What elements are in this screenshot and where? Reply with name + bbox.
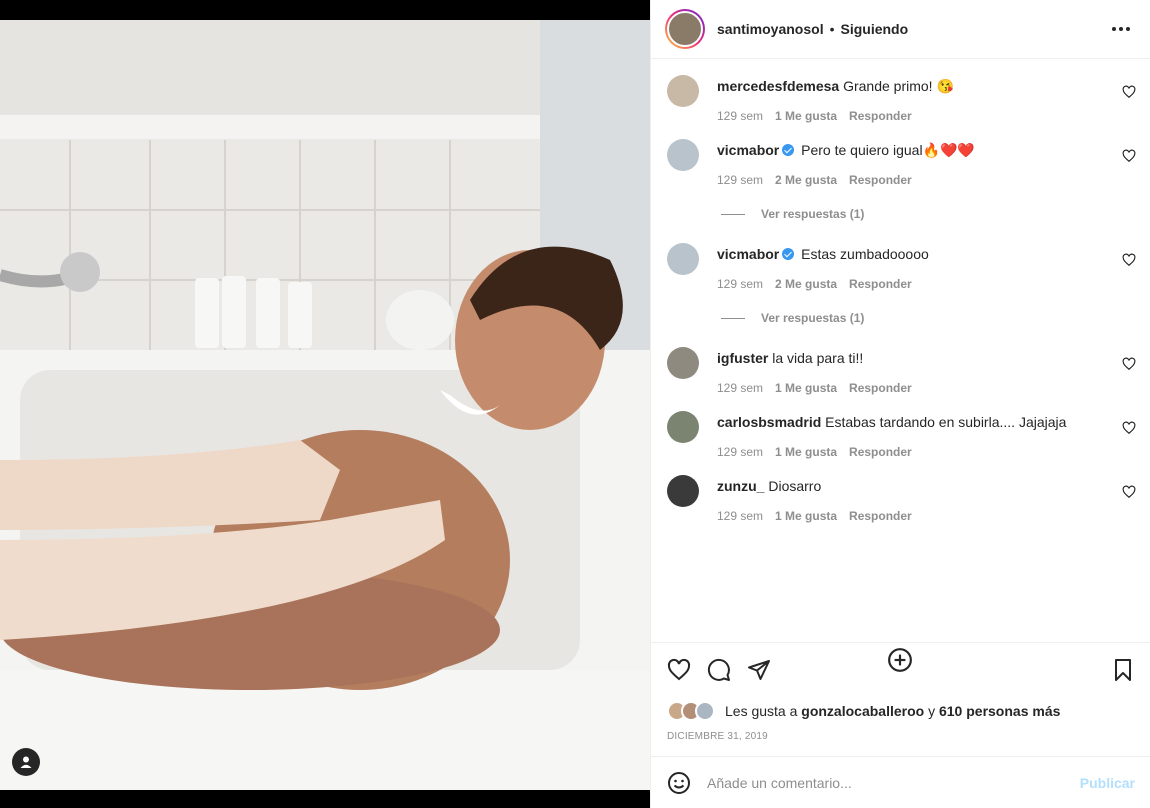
comment-likes[interactable]: 1 Me gusta: [775, 509, 837, 523]
comment-time[interactable]: 129 sem: [717, 109, 763, 123]
author-avatar[interactable]: [665, 9, 705, 49]
comment-item: vicmabor Estas zumbadooooo 129 sem 2 Me g…: [651, 243, 1150, 291]
comment-avatar[interactable]: [667, 347, 699, 379]
comment-likes[interactable]: 2 Me gusta: [775, 173, 837, 187]
comment-avatar[interactable]: [667, 75, 699, 107]
share-icon[interactable]: [747, 658, 771, 682]
comment-avatar[interactable]: [667, 243, 699, 275]
post-photo[interactable]: [0, 20, 650, 790]
ellipsis-icon[interactable]: [1112, 27, 1130, 31]
like-comment-heart-icon[interactable]: [1122, 421, 1136, 435]
likes-user[interactable]: gonzalocaballeroo: [801, 703, 924, 719]
comment-avatar[interactable]: [667, 139, 699, 171]
header-separator: •: [829, 21, 835, 37]
comment-item: mercedesfdemesa Grande primo! 😘 129 sem 1…: [651, 75, 1150, 123]
likes-prefix: Les gusta a: [725, 703, 798, 719]
comment-avatar[interactable]: [667, 411, 699, 443]
save-bookmark-icon[interactable]: [1111, 658, 1135, 682]
view-replies-label: Ver respuestas (1): [761, 311, 865, 325]
like-comment-heart-icon[interactable]: [1122, 85, 1136, 99]
like-comment-heart-icon[interactable]: [1122, 485, 1136, 499]
comment-item: carlosbsmadrid Estabas tardando en subir…: [651, 411, 1150, 459]
post-side-panel: santimoyanosol • Siguiendo mercedesfdeme…: [650, 0, 1150, 808]
follow-status-button[interactable]: Siguiendo: [841, 21, 909, 37]
bathtub-photo-illustration: [0, 20, 650, 790]
comment-text: Diosarro: [768, 478, 822, 494]
comment-input[interactable]: [707, 774, 1080, 791]
comment-likes[interactable]: 1 Me gusta: [775, 109, 837, 123]
comment-likes[interactable]: 2 Me gusta: [775, 277, 837, 291]
likes-joiner: y: [928, 703, 936, 719]
reply-button[interactable]: Responder: [849, 509, 912, 523]
like-comment-heart-icon[interactable]: [1122, 149, 1136, 163]
comment-text: Estas zumbadooooo: [801, 246, 929, 262]
publish-button[interactable]: Publicar: [1080, 775, 1135, 791]
view-replies-button[interactable]: Ver respuestas (1): [721, 207, 1150, 221]
comment-avatar[interactable]: [667, 475, 699, 507]
reply-button[interactable]: Responder: [849, 109, 912, 123]
comment-text: Pero te quiero igual🔥❤️❤️: [801, 142, 975, 158]
comment-item: zunzu_ Diosarro 129 sem 1 Me gusta Respond…: [651, 475, 1150, 523]
comment-likes[interactable]: 1 Me gusta: [775, 381, 837, 395]
verified-badge-icon: [782, 248, 795, 260]
post-header: santimoyanosol • Siguiendo: [651, 0, 1150, 59]
like-comment-heart-icon[interactable]: [1122, 253, 1136, 267]
likes-summary: Les gusta a gonzalocaballeroo y 610 pers…: [667, 701, 1135, 721]
comment-text: Grande primo! 😘: [843, 78, 954, 94]
post-actions: Les gusta a gonzalocaballeroo y 610 pers…: [651, 642, 1150, 742]
comment-time[interactable]: 129 sem: [717, 173, 763, 187]
comment-username[interactable]: carlosbsmadrid: [717, 414, 821, 430]
action-icons-row: [667, 657, 1135, 683]
reply-button[interactable]: Responder: [849, 381, 912, 395]
post-date[interactable]: DICIEMBRE 31, 2019: [667, 731, 1135, 742]
comment-username[interactable]: vicmabor: [717, 246, 779, 262]
comment-username[interactable]: zunzu_: [717, 478, 764, 494]
comment-username[interactable]: mercedesfdemesa: [717, 78, 839, 94]
like-comment-heart-icon[interactable]: [1122, 357, 1136, 371]
comment-likes[interactable]: 1 Me gusta: [775, 445, 837, 459]
tagged-user-icon[interactable]: [12, 748, 40, 776]
comments-list: mercedesfdemesa Grande primo! 😘 129 sem 1…: [651, 59, 1150, 672]
comment-item: vicmabor Pero te quiero igual🔥❤️❤️ 129 s…: [651, 139, 1150, 187]
verified-badge-icon: [782, 144, 795, 156]
comment-username[interactable]: vicmabor: [717, 142, 779, 158]
view-replies-label: Ver respuestas (1): [761, 207, 865, 221]
comment-icon[interactable]: [707, 658, 731, 682]
like-heart-icon[interactable]: [667, 658, 691, 682]
author-username[interactable]: santimoyanosol: [717, 21, 824, 37]
comment-time[interactable]: 129 sem: [717, 381, 763, 395]
comment-time[interactable]: 129 sem: [717, 509, 763, 523]
reply-button[interactable]: Responder: [849, 173, 912, 187]
comment-time[interactable]: 129 sem: [717, 277, 763, 291]
reply-button[interactable]: Responder: [849, 277, 912, 291]
view-replies-button[interactable]: Ver respuestas (1): [721, 311, 1150, 325]
comment-text: la vida para ti!!: [772, 350, 864, 366]
likes-others[interactable]: 610 personas más: [939, 703, 1060, 719]
liker-avatars[interactable]: [667, 701, 715, 721]
comment-username[interactable]: igfuster: [717, 350, 768, 366]
comment-text: Estabas tardando en subirla.... Jajajaja: [825, 414, 1067, 430]
emoji-icon[interactable]: [667, 771, 691, 795]
post-modal: santimoyanosol • Siguiendo mercedesfdeme…: [0, 0, 1150, 808]
comment-time[interactable]: 129 sem: [717, 445, 763, 459]
comment-item: igfuster la vida para ti!! 129 sem 1 Me g…: [651, 347, 1150, 395]
reply-button[interactable]: Responder: [849, 445, 912, 459]
add-comment-bar: Publicar: [651, 756, 1150, 808]
